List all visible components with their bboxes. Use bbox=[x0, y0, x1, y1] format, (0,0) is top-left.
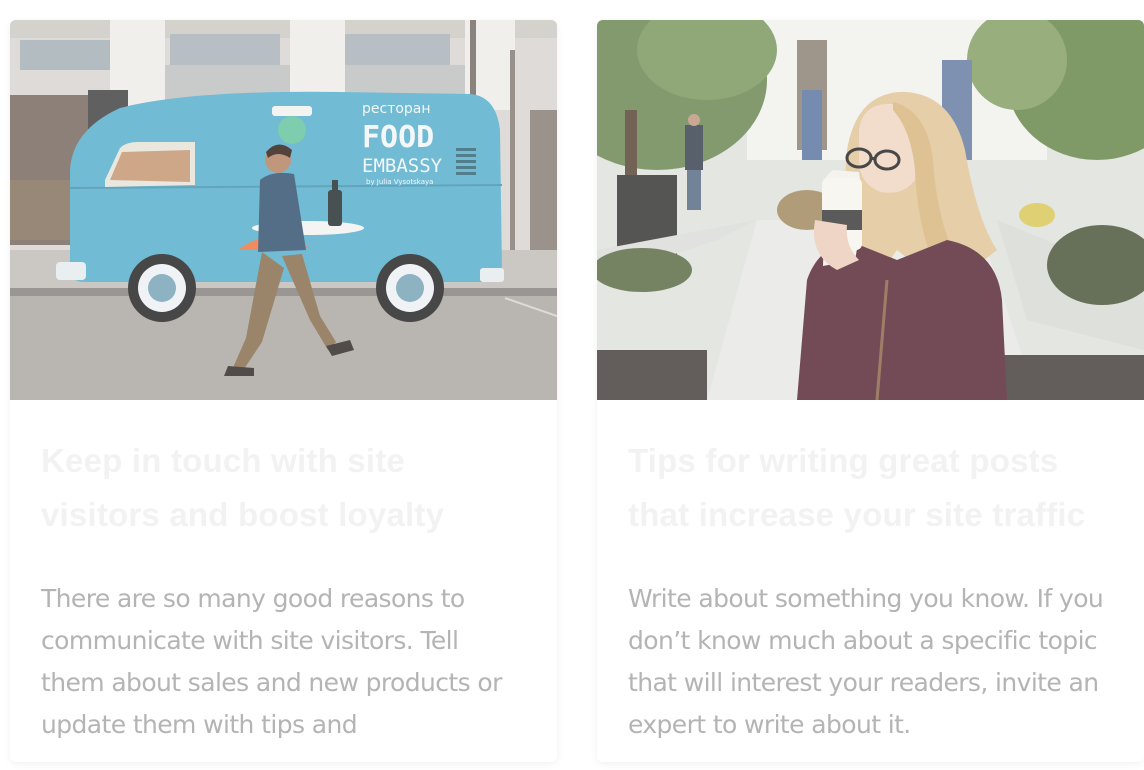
post-title[interactable]: Tips for writing great posts that increa… bbox=[628, 434, 1114, 542]
post-cover-image[interactable]: ресторан FOOD EMBASSY by Julia Vysotskay… bbox=[10, 20, 557, 400]
post-excerpt: Write about something you know. If you d… bbox=[628, 584, 1104, 739]
card-body: Tips for writing great posts that increa… bbox=[597, 400, 1144, 746]
blog-post-card[interactable]: ресторан FOOD EMBASSY by Julia Vysotskay… bbox=[10, 20, 557, 762]
blog-post-card[interactable]: Tips for writing great posts that increa… bbox=[597, 20, 1144, 762]
blog-card-grid: ресторан FOOD EMBASSY by Julia Vysotskay… bbox=[0, 0, 1144, 770]
post-cover-image[interactable] bbox=[597, 20, 1144, 400]
post-excerpt: There are so many good reasons to commun… bbox=[41, 584, 502, 739]
post-title[interactable]: Keep in touch with site visitors and boo… bbox=[41, 434, 527, 542]
card-body: Keep in touch with site visitors and boo… bbox=[10, 400, 557, 746]
